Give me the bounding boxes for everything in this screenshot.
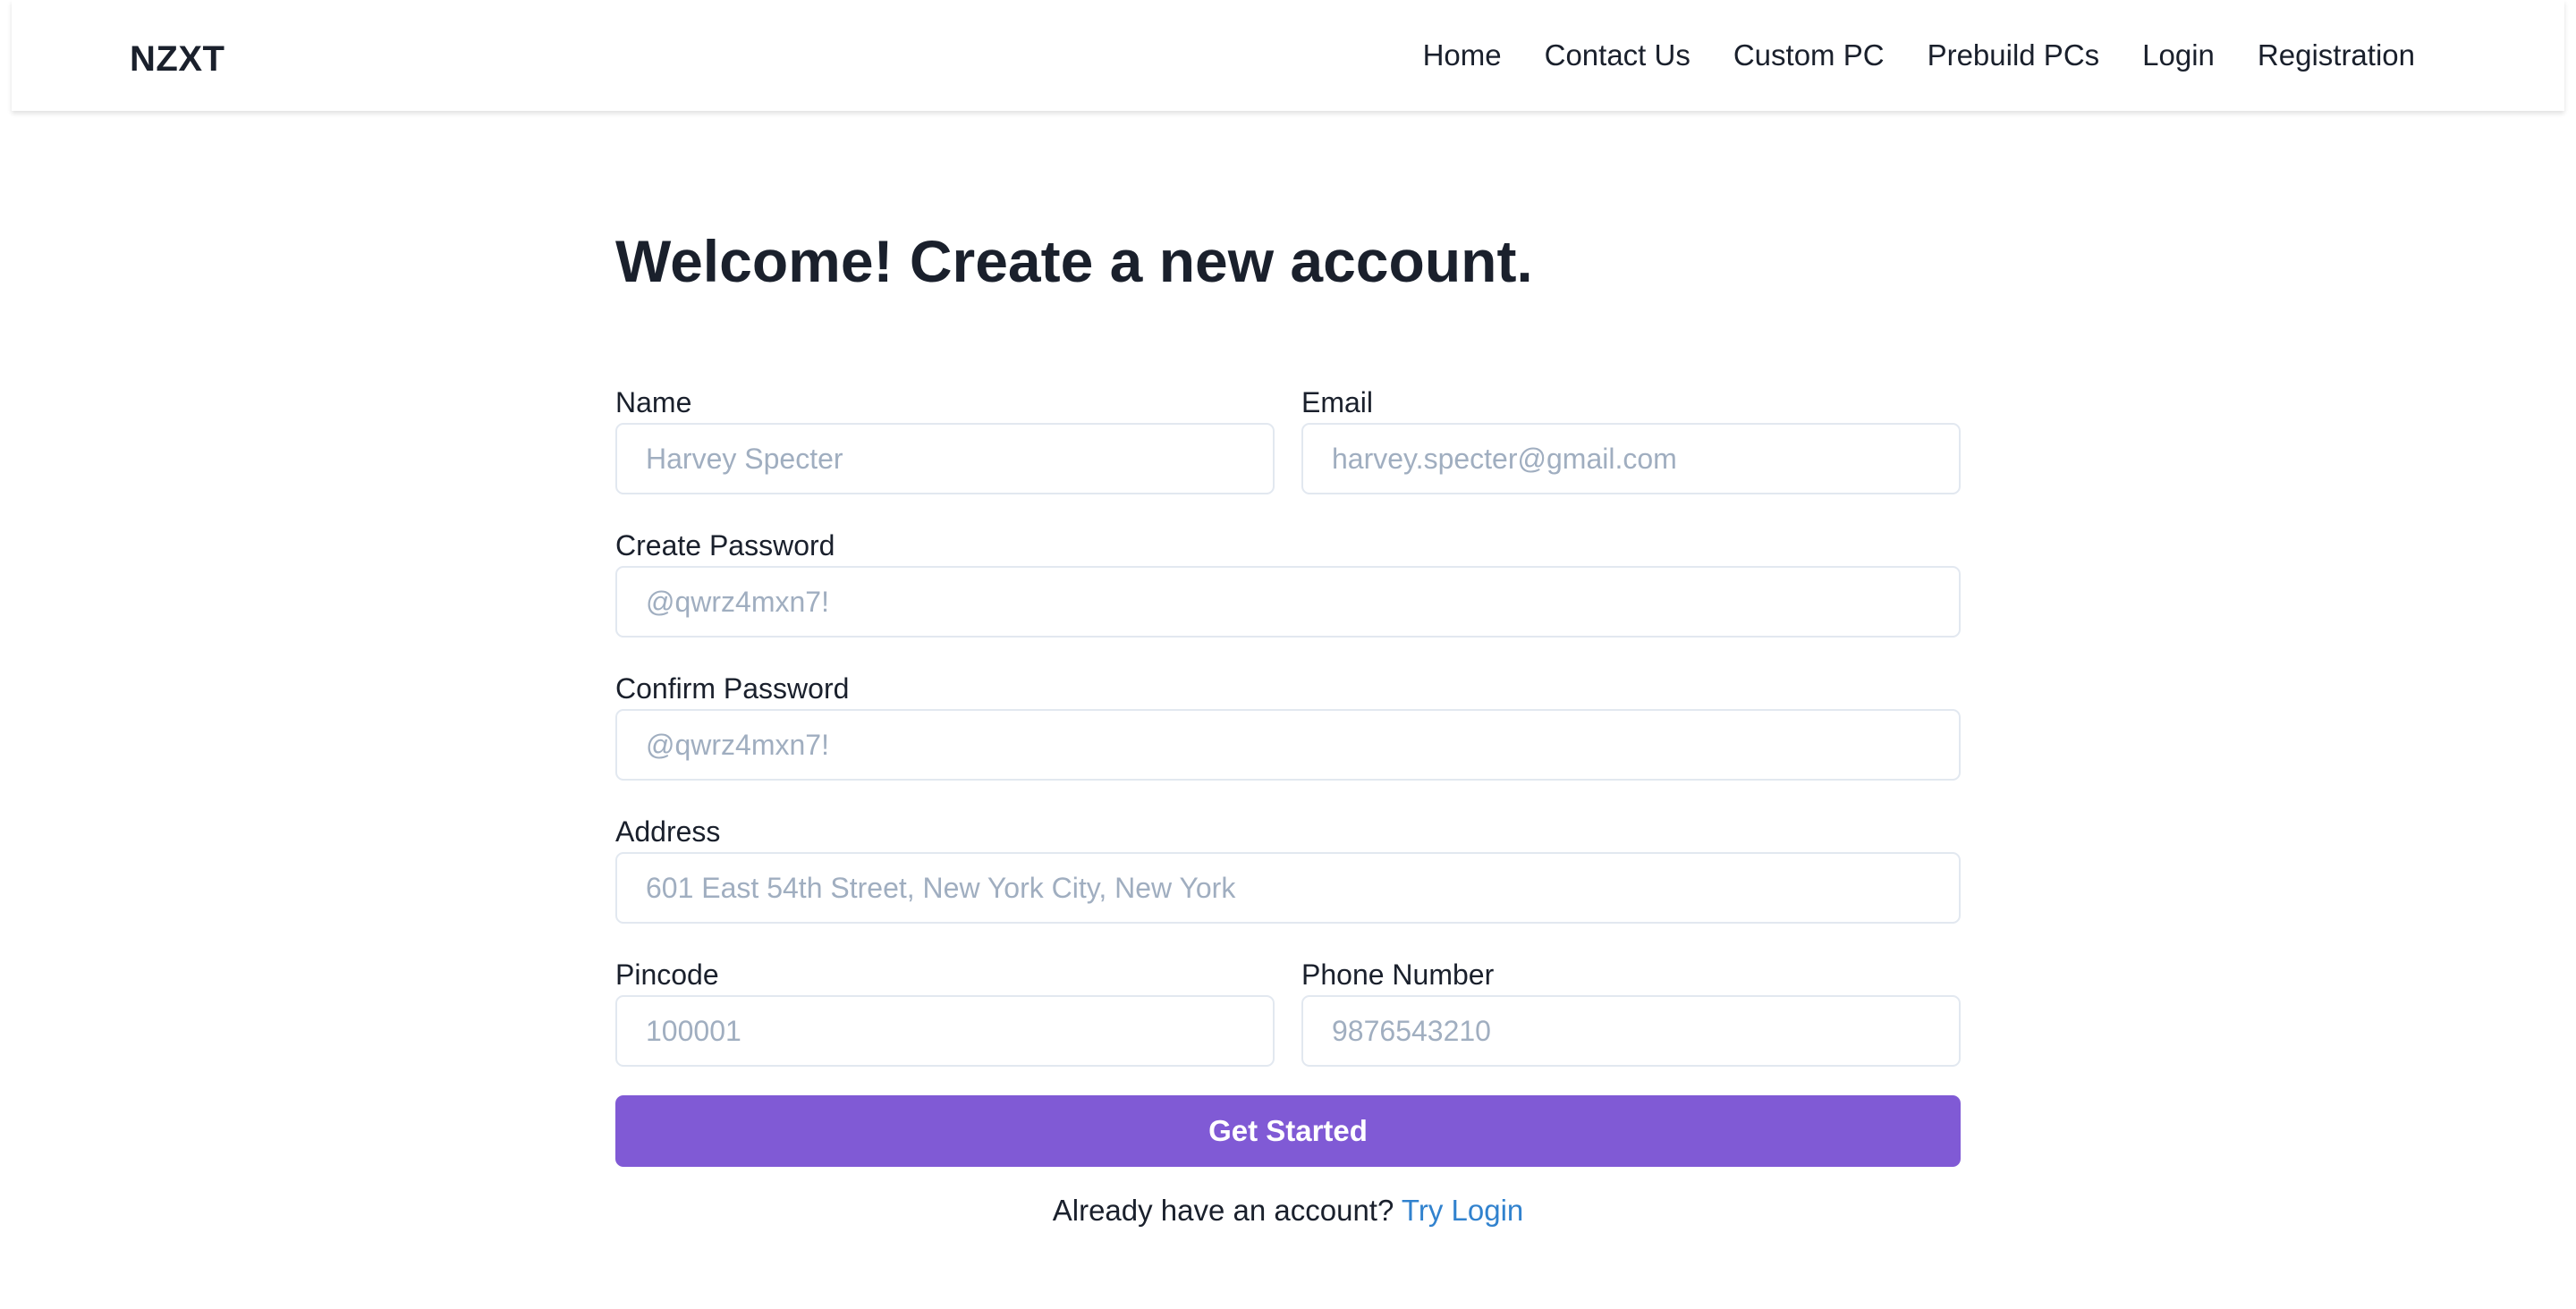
confirm-password-label: Confirm Password [615,672,850,705]
address-input[interactable] [615,852,1961,924]
nav-link-registration[interactable]: Registration [2258,34,2415,77]
create-password-input[interactable] [615,566,1961,638]
email-label: Email [1301,386,1374,418]
nav-link-custom-pc[interactable]: Custom PC [1733,34,1885,77]
login-prompt: Already have an account? Try Login [615,1191,1961,1230]
create-password-label: Create Password [615,529,835,562]
address-label: Address [615,815,721,848]
name-label: Name [615,386,692,418]
nav-link-home[interactable]: Home [1423,34,1502,77]
login-prompt-text: Already have an account? [1052,1194,1394,1227]
name-input[interactable] [615,423,1275,494]
phone-label: Phone Number [1301,959,1495,991]
get-started-button[interactable]: Get Started [615,1095,1961,1167]
confirm-password-input[interactable] [615,709,1961,781]
phone-input[interactable] [1301,995,1961,1067]
page-title: Welcome! Create a new account. [615,228,1533,294]
nav-links: Home Contact Us Custom PC Prebuild PCs L… [1423,34,2415,77]
pincode-label: Pincode [615,959,719,991]
try-login-link[interactable]: Try Login [1402,1194,1523,1227]
email-input[interactable] [1301,423,1961,494]
nav-link-contact-us[interactable]: Contact Us [1545,34,1690,77]
nav-link-login[interactable]: Login [2142,34,2215,77]
navbar: NZXT Home Contact Us Custom PC Prebuild … [12,0,2564,111]
pincode-input[interactable] [615,995,1275,1067]
nav-link-prebuild-pcs[interactable]: Prebuild PCs [1928,34,2100,77]
brand-logo[interactable]: NZXT [130,39,225,79]
